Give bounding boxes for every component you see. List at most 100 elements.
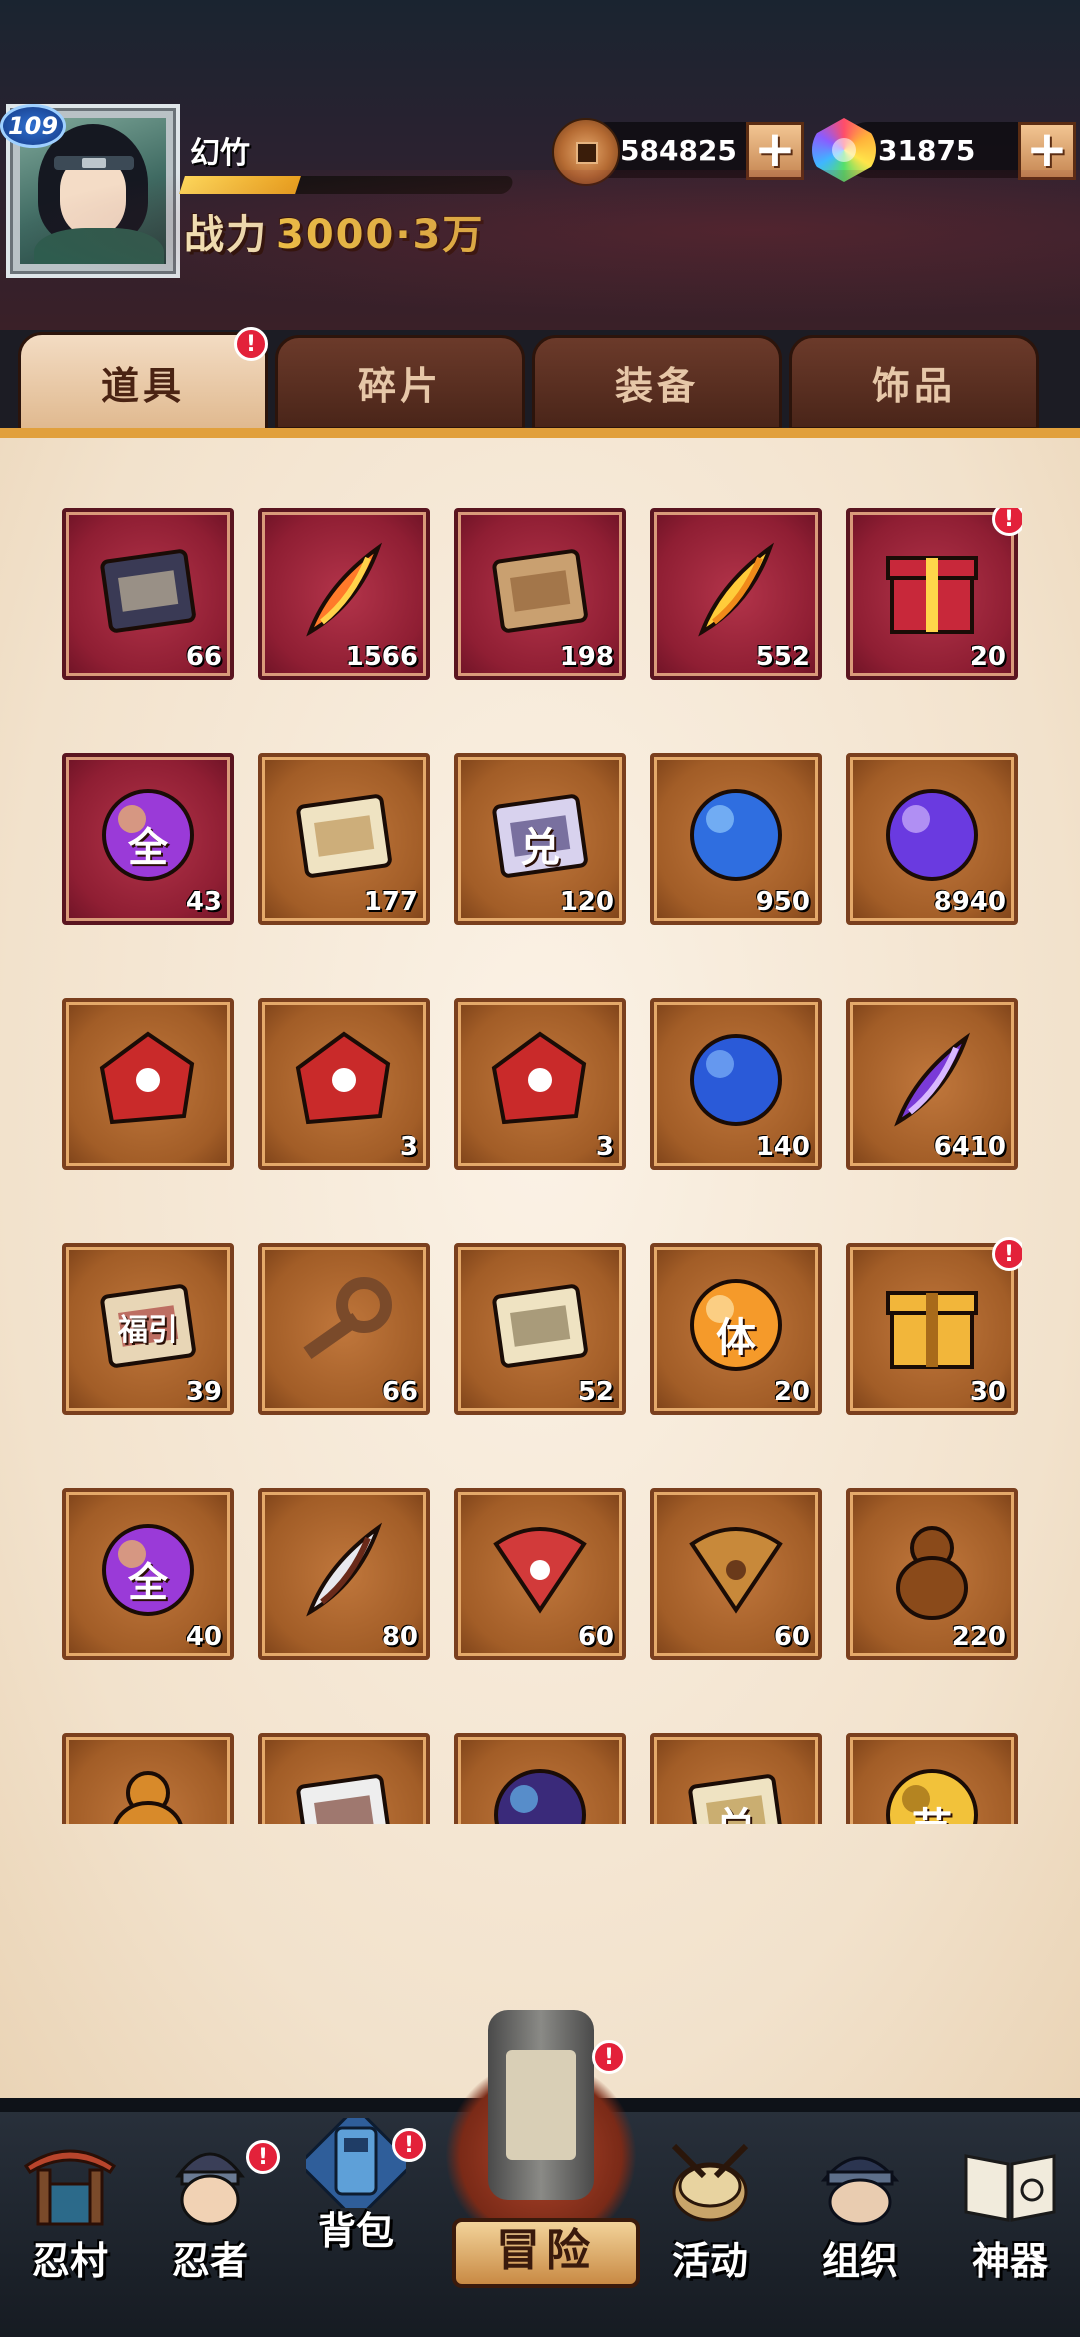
item-slot[interactable]: 3 (454, 998, 626, 1170)
item-slot[interactable]: 兑 (650, 1733, 822, 1824)
item-slot[interactable]: 全 43 (62, 753, 234, 925)
blue-moon-icon (690, 1034, 782, 1126)
purple-orb-icon (886, 789, 978, 881)
item-slot[interactable]: 140 (650, 998, 822, 1170)
item-slot[interactable]: 177 (258, 753, 430, 925)
item-count: 8940 (933, 887, 1006, 917)
item-panel: 66 1566 198 552 20! 全 43 177 兑 120 950 8940 3 3 140 641… (0, 438, 1080, 2098)
item-grid: 66 1566 198 552 20! 全 43 177 兑 120 950 8940 3 3 140 641… (62, 508, 1022, 1824)
tab-equipment[interactable]: 装备 (532, 335, 782, 430)
item-count: 40 (185, 1622, 222, 1652)
item-slot[interactable]: 52 (454, 1243, 626, 1415)
item-glyph: 全 (128, 1560, 168, 1606)
red-fan-icon (493, 1527, 587, 1614)
add-gems-button[interactable]: + (1018, 122, 1076, 180)
ninja-squad-icon (820, 2156, 900, 2226)
nav-activity[interactable]: 活动 (640, 2126, 780, 2296)
item-glyph: 福引 (118, 1313, 178, 1348)
bag-tabs: 道具 ! 碎片 装备 饰品 (0, 327, 1080, 435)
item-count: 60 (577, 1622, 614, 1652)
rope-icon (689, 1527, 783, 1614)
player-name: 幻竹 (190, 136, 250, 171)
nav-guild-label: 组织 (821, 2239, 898, 2283)
item-slot[interactable]: 全 40 (62, 1488, 234, 1660)
tab-underline (0, 428, 1080, 438)
item-slot[interactable]: 1566 (258, 508, 430, 680)
village-gate-icon (23, 2149, 117, 2226)
tab-items[interactable]: 道具 (18, 332, 268, 432)
item-glyph: 兑 (520, 825, 560, 871)
item-glyph: 体 (716, 1315, 756, 1361)
nav-artifact[interactable]: 神器 (940, 2126, 1080, 2296)
flame-feather-icon (306, 542, 383, 637)
red-stone-target-icon (295, 1031, 391, 1125)
item-slot[interactable]: 198 (454, 508, 626, 680)
add-coins-button[interactable]: + (746, 122, 804, 180)
item-slot[interactable] (258, 1733, 430, 1824)
item-count: 43 (185, 887, 222, 917)
backpack-icon (306, 2118, 406, 2208)
item-slot[interactable]: 60 (454, 1488, 626, 1660)
item-glyph: 节 (850, 1795, 1014, 1824)
seal-paper-icon (492, 1284, 588, 1368)
golden-feather-icon (698, 542, 775, 637)
item-count: 3 (399, 1132, 418, 1162)
item-slot[interactable]: 福引 39 (62, 1243, 234, 1415)
item-count: 66 (381, 1377, 418, 1407)
item-slot[interactable]: 66 (258, 1243, 430, 1415)
gift-box-icon (886, 556, 978, 634)
item-slot[interactable]: 8940 (846, 753, 1018, 925)
item-slot[interactable]: 6410 (846, 998, 1018, 1170)
tab-accessories[interactable]: 饰品 (789, 335, 1039, 430)
coin-value: 584825 (620, 134, 737, 167)
adventure-scroll-icon (488, 2010, 594, 2200)
open-book-icon (964, 2154, 1056, 2222)
item-glyph: 兑 (654, 1795, 818, 1824)
item-count: 66 (185, 642, 222, 672)
nav-guild[interactable]: 组织 (790, 2126, 930, 2296)
nav-ninja-alert-badge: ! (246, 2140, 280, 2174)
nav-bag-label: 背包 (317, 2209, 394, 2253)
blue-orb-icon (690, 789, 782, 881)
item-count: 177 (363, 887, 418, 917)
item-slot[interactable]: 60 (650, 1488, 822, 1660)
mask-icon (296, 1774, 392, 1824)
item-slot[interactable]: 66 (62, 508, 234, 680)
copper-coin-icon (552, 118, 620, 186)
item-slot[interactable]: 80 (258, 1488, 430, 1660)
item-count: 950 (755, 887, 810, 917)
item-slot[interactable] (62, 1733, 234, 1824)
item-slot[interactable] (454, 1733, 626, 1824)
item-slot[interactable]: 3 (258, 998, 430, 1170)
top-header: 109 幻竹 战力 3000·3万 584825 + 31875 + (0, 0, 1080, 330)
nav-ninja-label: 忍者 (171, 2239, 248, 2283)
gourd-icon (896, 1526, 968, 1620)
combat-power: 战力 3000·3万 (184, 202, 484, 260)
item-slot[interactable]: 552 (650, 508, 822, 680)
nav-village[interactable]: 忍村 (0, 2126, 140, 2296)
item-count: 20 (969, 642, 1006, 672)
item-count: 80 (381, 1622, 418, 1652)
nav-artifact-label: 神器 (971, 2239, 1048, 2283)
gem-value: 31875 (878, 134, 976, 167)
item-count: 140 (755, 1132, 810, 1162)
item-slot[interactable]: 20! (846, 508, 1022, 680)
item-count: 120 (559, 887, 614, 917)
tab-fragments[interactable]: 碎片 (275, 335, 525, 430)
item-slot[interactable]: 兑 120 (454, 753, 626, 925)
item-slot[interactable]: 30! (846, 1237, 1022, 1415)
nav-adventure-alert-badge: ! (592, 2040, 626, 2074)
item-count: 30 (969, 1377, 1006, 1407)
exp-bar (179, 176, 515, 194)
item-slot[interactable]: 950 (650, 753, 822, 925)
item-slot[interactable] (62, 998, 234, 1170)
drum-icon (671, 2143, 749, 2222)
item-count: 52 (577, 1377, 614, 1407)
item-slot[interactable]: 节 (846, 1733, 1018, 1824)
stick-icon (492, 549, 588, 633)
nav-bag-alert-badge: ! (392, 2128, 426, 2162)
power-value: 3000·3万 (276, 212, 485, 258)
item-slot[interactable]: 220 (846, 1488, 1018, 1660)
item-slot[interactable]: 体 20 (650, 1243, 822, 1415)
red-stone-figure-icon (99, 1031, 195, 1125)
